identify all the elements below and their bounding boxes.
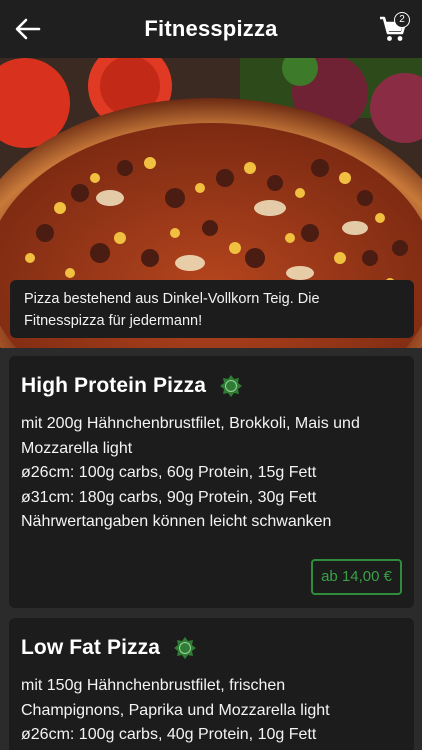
product-description: mit 150g Hähnchenbrustfilet, frischen Ch… — [21, 674, 402, 748]
halal-icon — [220, 375, 242, 397]
description-line: ø31cm: 180g carbs, 90g Protein, 30g Fett — [21, 488, 317, 506]
description-line: Champignons, Paprika und Mozzarella ligh… — [21, 701, 330, 719]
page-title: Fitnesspizza — [144, 16, 278, 41]
cart-button[interactable]: 2 — [378, 12, 410, 44]
description-line: ø26cm: 100g carbs, 60g Protein, 15g Fett — [21, 464, 317, 481]
product-description: mit 200g Hähnchenbrustfilet, Brokkoli, M… — [21, 412, 402, 535]
product-title: Low Fat Pizza — [21, 636, 160, 659]
halal-icon — [173, 637, 196, 659]
arrow-left-icon — [15, 18, 41, 40]
price-button[interactable]: ab 14,00 € — [311, 559, 402, 595]
product-card[interactable]: High Protein Pizza mit 200g Hähnchenbrus… — [9, 356, 414, 608]
back-button[interactable] — [12, 13, 44, 45]
hero-caption: Pizza bestehend aus Dinkel-Vollkorn Teig… — [10, 280, 414, 338]
product-title: High Protein Pizza — [21, 374, 206, 397]
description-line: mit 150g Hähnchenbrustfilet, frischen — [21, 677, 286, 694]
description-line: ø26cm: 100g carbs, 40g Protein, 10g Fett — [21, 726, 317, 743]
app-bar: Fitnesspizza 2 — [0, 0, 422, 58]
description-line: mit 200g Hähnchenbrustfilet, Brokkoli, M… — [21, 415, 360, 432]
description-line: Mozzarella light — [21, 439, 133, 457]
cart-count-badge: 2 — [394, 12, 410, 28]
product-card[interactable]: Low Fat Pizza mit 150g Hähnchenbrustfile… — [9, 618, 414, 750]
description-line: Nährwertangaben können leicht schwanken — [21, 513, 332, 530]
